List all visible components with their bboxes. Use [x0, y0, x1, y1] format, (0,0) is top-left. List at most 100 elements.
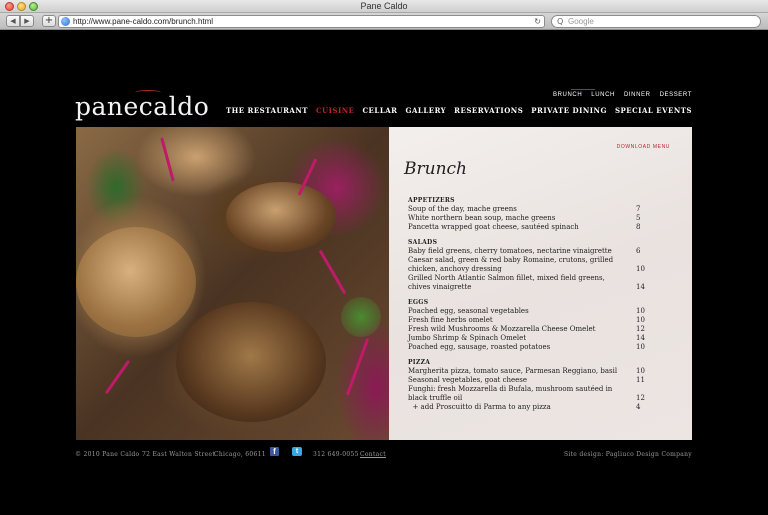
menu-item-name: Grilled North Atlantic Salmon fillet, mi…: [408, 274, 608, 291]
menu-section-title: SALADS: [408, 239, 438, 246]
menu-item-name: Fresh wild Mushrooms & Mozzarella Cheese…: [408, 325, 596, 333]
menu-item: Seasonal vegetables, goat cheese 11: [408, 376, 648, 385]
sprout: [345, 338, 370, 396]
nav-item-special-events[interactable]: SPECIAL EVENTS: [615, 106, 692, 115]
menu-section-salads: SALADS Baby field greens, cherry tomatoes…: [408, 239, 648, 292]
nav-item-gallery[interactable]: GALLERY: [405, 106, 446, 115]
url-text[interactable]: http://www.pane-caldo.com/brunch.html: [73, 16, 213, 27]
footer-city: Chicago, 60611: [214, 451, 266, 458]
menu-item: Caesar salad, green & red baby Romaine, …: [408, 256, 648, 274]
reload-icon[interactable]: ↻: [534, 16, 541, 27]
menu-section-eggs: EGGS Poached egg, seasonal vegetables 10 Fr…: [408, 299, 648, 352]
menu-item: + add Proscuitto di Parma to any pizza 4: [408, 403, 648, 412]
menu-item-price: 10: [636, 343, 645, 351]
mushroom-cap: [226, 182, 336, 252]
footer-credit: Site design: Pagliuco Design Company: [563, 451, 692, 458]
forward-button[interactable]: ▶: [20, 15, 34, 27]
menu-item-name: Caesar salad, green & red baby Romaine, …: [408, 256, 616, 273]
mushroom-slice: [176, 302, 326, 422]
menu-item-price: 4: [636, 403, 641, 411]
menu-item: Jumbo Shrimp & Spinach Omelet 14: [408, 334, 648, 343]
footer-phone: 312 649-0055: [313, 451, 359, 458]
menu-panel: DOWNLOAD MENU Brunch APPETIZERS Soup of t…: [389, 127, 692, 440]
menu-item: Baby field greens, cherry tomatoes, nect…: [408, 247, 648, 256]
menu-item-name: Fresh fine herbs omelet: [408, 316, 493, 324]
greens: [341, 297, 381, 337]
site-logo[interactable]: panecaldo: [75, 92, 209, 122]
subnav-active-underline: [571, 89, 595, 90]
menu-item-name: Margherita pizza, tomato sauce, Parmesan…: [408, 367, 618, 375]
menu-item-price: 12: [636, 394, 645, 402]
menu-item-name: + add Proscuitto di Parma to any pizza: [408, 403, 551, 411]
contact-link[interactable]: Contact: [360, 450, 386, 460]
menu-item-name: Baby field greens, cherry tomatoes, nect…: [408, 247, 612, 255]
menu-item-price: 10: [636, 307, 645, 315]
menu-title: Brunch: [404, 159, 467, 179]
nav-item-cuisine[interactable]: CUISINE: [316, 106, 355, 115]
menu-item-name: White northern bean soup, mache greens: [408, 214, 556, 222]
subnav-item-brunch[interactable]: BRUNCH: [553, 92, 582, 98]
menu-item: Fresh wild Mushrooms & Mozzarella Cheese…: [408, 325, 648, 334]
twitter-icon[interactable]: t: [292, 447, 302, 456]
menu-item-name: Seasonal vegetables, goat cheese: [408, 376, 528, 384]
menu-item-name: Jumbo Shrimp & Spinach Omelet: [408, 334, 527, 342]
menu-section-pizza: PIZZA Margherita pizza, tomato sauce, Par…: [408, 359, 648, 412]
subnav-item-dinner[interactable]: DINNER: [624, 92, 651, 98]
menu-item-price: 8: [636, 223, 641, 231]
menu-item-price: 12: [636, 325, 645, 333]
menu-item: White northern bean soup, mache greens 5: [408, 214, 648, 223]
download-menu-link[interactable]: DOWNLOAD MENU: [617, 144, 670, 150]
sprout: [104, 359, 131, 395]
menu-section-title: EGGS: [408, 299, 429, 306]
menu-item-price: 14: [636, 283, 645, 291]
menu-item-price: 10: [636, 265, 645, 273]
menu-item-price: 10: [636, 316, 645, 324]
search-placeholder: Google: [568, 17, 594, 26]
menu-item-price: 11: [636, 376, 645, 384]
back-button[interactable]: ◀: [6, 15, 20, 27]
menu-section-title: APPETIZERS: [408, 197, 455, 204]
sprout: [160, 137, 175, 182]
menu-item: Soup of the day, mache greens 7: [408, 205, 648, 214]
menu-item-name: Poached egg, sausage, roasted potatoes: [408, 343, 551, 351]
menu-item: Poached egg, sausage, roasted potatoes 10: [408, 343, 648, 352]
subnav-item-lunch[interactable]: LUNCH: [591, 92, 615, 98]
menu-item: Pancetta wrapped goat cheese, sautéed sp…: [408, 223, 648, 232]
window-title: Pane Caldo: [360, 1, 408, 11]
footer-copyright: © 2010 Pane Caldo: [75, 451, 140, 458]
menu-item: Margherita pizza, tomato sauce, Parmesan…: [408, 367, 648, 376]
menu-item-name: Funghi: fresh Mozzarella di Bufala, mush…: [408, 385, 615, 402]
subnav-item-dessert[interactable]: DESSERT: [660, 92, 692, 98]
hero-food-image: [76, 127, 389, 440]
menu-item: Grilled North Atlantic Salmon fillet, mi…: [408, 274, 648, 292]
nav-item-cellar[interactable]: CELLAR: [362, 106, 397, 115]
address-bar[interactable]: http://www.pane-caldo.com/brunch.html ↻: [58, 15, 545, 28]
menu-item: Fresh fine herbs omelet 10: [408, 316, 648, 325]
menu-item-price: 6: [636, 247, 641, 255]
search-input[interactable]: Q Google: [551, 15, 761, 28]
add-bookmark-button[interactable]: +: [42, 15, 56, 27]
menu-body: APPETIZERS Soup of the day, mache greens 7…: [408, 197, 648, 419]
nav-item-reservations[interactable]: RESERVATIONS: [454, 106, 523, 115]
menu-section-title: PIZZA: [408, 359, 431, 366]
meal-subnav: BRUNCH LUNCH DINNER DESSERT: [544, 92, 692, 98]
menu-section-appetizers: APPETIZERS Soup of the day, mache greens 7…: [408, 197, 648, 232]
nav-item-the-restaurant[interactable]: THE RESTAURANT: [226, 106, 308, 115]
menu-item-price: 14: [636, 334, 645, 342]
facebook-icon[interactable]: f: [270, 447, 279, 456]
footer-address: 72 East Walton Street: [142, 451, 216, 458]
menu-item: Funghi: fresh Mozzarella di Bufala, mush…: [408, 385, 648, 403]
nav-item-private-dining[interactable]: PRIVATE DINING: [531, 106, 607, 115]
search-icon: Q: [557, 17, 564, 26]
menu-item-price: 7: [636, 205, 641, 213]
mushroom-blur: [76, 227, 196, 337]
menu-item: Poached egg, seasonal vegetables 10: [408, 307, 648, 316]
menu-item-name: Poached egg, seasonal vegetables: [408, 307, 529, 315]
main-nav: THE RESTAURANT CUISINE CELLAR GALLERY RESERV…: [218, 106, 692, 115]
sprout: [318, 249, 347, 295]
window-titlebar: Pane Caldo: [0, 0, 768, 13]
menu-item-name: Soup of the day, mache greens: [408, 205, 517, 213]
globe-icon: [61, 17, 70, 26]
menu-item-price: 10: [636, 367, 645, 375]
browser-toolbar: ◀ ▶ + http://www.pane-caldo.com/brunch.h…: [0, 13, 768, 30]
